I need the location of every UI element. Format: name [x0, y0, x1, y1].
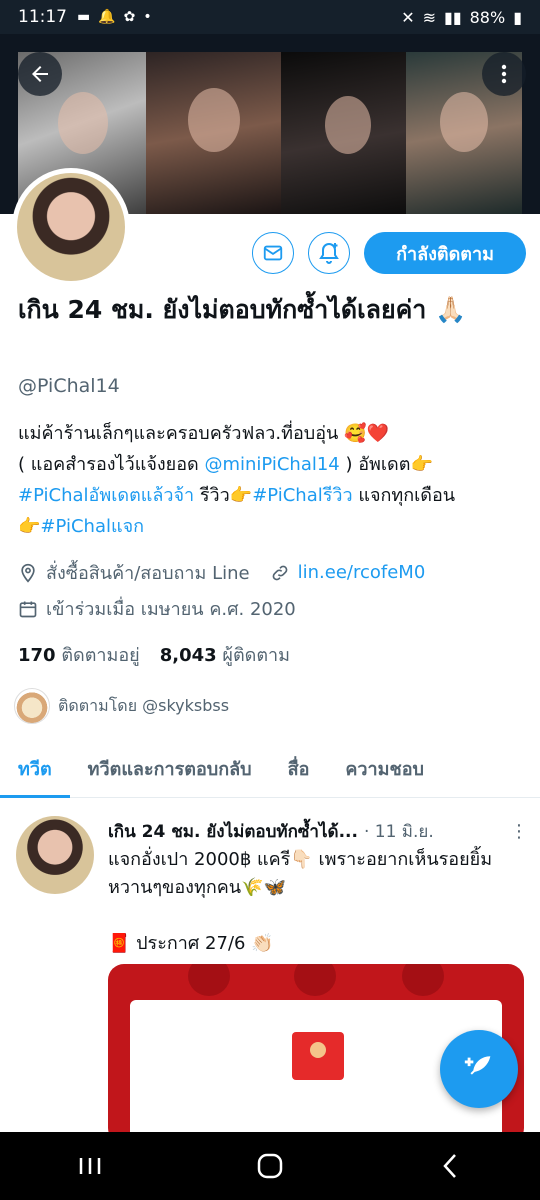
profile-joined-row: เข้าร่วมเมื่อ เมษายน ค.ศ. 2020 [18, 594, 296, 623]
follower-avatar [14, 688, 50, 724]
vertical-dots-icon [501, 64, 507, 84]
wifi-icon: ≋ [422, 7, 437, 27]
dot-icon: • [143, 9, 152, 25]
bio-line-4: 👉#PiChalแจก [18, 511, 528, 542]
tweet-more-icon[interactable]: ⋮ [510, 821, 528, 842]
following-label: ติดตามอยู่ [61, 645, 140, 666]
profile-name: เกิน 24 ชม. ยังไม่ตอบทักซ้ำได้เลยค่า 🙏🏻 [18, 295, 467, 324]
profile-meta-row: สั่งซื้อสินค้า/สอบถาม Line lin.ee/rcofeM… [18, 558, 425, 587]
following-button[interactable]: กำลังติดตาม [364, 232, 526, 274]
back-nav-button[interactable] [420, 1146, 480, 1186]
notify-button[interactable] [308, 232, 350, 274]
hashtag-link-review[interactable]: #PiChalรีวิว [252, 485, 352, 506]
red-envelope-icon [292, 1032, 344, 1080]
lantern-decoration [402, 964, 444, 996]
bio-text: รีวิว👉 [194, 485, 253, 506]
mute-icon: ✕ [401, 7, 415, 27]
link-icon [272, 565, 288, 580]
tweet-announcement: 🧧 ประกาศ 27/6 👏🏻 [108, 933, 274, 954]
profile-joined: เข้าร่วมเมื่อ เมษายน ค.ศ. 2020 [46, 599, 296, 620]
profile-bio: แม่ค้าร้านเล็กๆและครอบครัวฟลว.ที่อบอุ่น … [18, 418, 528, 542]
banner-photo-3 [281, 52, 406, 214]
bio-text: 👉 [18, 516, 41, 537]
recents-button[interactable] [60, 1146, 120, 1186]
bio-line-3: #PiChalอัพเดตแล้วจ้า รีวิว👉#PiChalรีวิว … [18, 480, 528, 511]
battery-icon: ▮ [513, 7, 522, 27]
recents-icon [79, 1158, 101, 1174]
back-arrow-icon [32, 66, 48, 82]
followers-count-link[interactable]: 8,043 ผู้ติดตาม [160, 640, 290, 669]
tab-likes[interactable]: ความชอบ [327, 740, 442, 797]
message-button[interactable] [252, 232, 294, 274]
status-right: ✕ ≋ ▮▮ 88% ▮ [401, 8, 522, 27]
tab-tweets[interactable]: ทวีต [0, 740, 70, 798]
bell-icon: 🔔 [98, 9, 116, 25]
notification-icons: ▬ 🔔 ✿ • [77, 9, 152, 25]
bell-plus-icon [319, 242, 339, 264]
home-icon [257, 1153, 283, 1179]
profile-website[interactable]: lin.ee/rcofeM0 [298, 562, 426, 583]
tweet-header: เกิน 24 ชม. ยังไม่ตอบทักซ้ำได้... · 11 ม… [108, 818, 528, 845]
follow-counts: 170 ติดตามอยู่ 8,043 ผู้ติดตาม [18, 640, 290, 669]
followers-count: 8,043 [159, 645, 217, 666]
profile-handle: @PiChal14 [18, 375, 120, 397]
system-nav-bar [0, 1132, 540, 1200]
followers-label: ผู้ติดตาม [222, 645, 290, 666]
status-time: 11:17 [18, 7, 67, 27]
tweet-date: · 11 มิ.ย. [363, 822, 434, 842]
signal-icon: ▮▮ [444, 7, 462, 27]
bio-line-2: ( แอคสำรองไว้แจ้งยอด @miniPiChal14 ) อัพ… [18, 449, 528, 480]
followed-by-text: ติดตามโดย @skyksbss [58, 695, 230, 715]
hashtag-link-update[interactable]: #PiChalอัพเดตแล้วจ้า [18, 485, 194, 506]
lantern-decoration [294, 964, 336, 996]
following-count: 170 [18, 645, 56, 666]
back-chevron-icon [443, 1154, 456, 1178]
bio-line-1: แม่ค้าร้านเล็กๆและครอบครัวฟลว.ที่อบอุ่น … [18, 423, 389, 444]
mail-icon [263, 245, 283, 261]
lantern-decoration [188, 964, 230, 996]
bio-text: ) อัพเดต👉 [339, 454, 433, 475]
bio-text: แจกทุกเดือน [352, 485, 456, 506]
tab-media[interactable]: สื่อ [270, 740, 328, 797]
status-bar: 11:17 ▬ 🔔 ✿ • ✕ ≋ ▮▮ 88% ▮ [0, 0, 540, 34]
back-button[interactable] [18, 52, 62, 96]
message-icon: ▬ [77, 9, 91, 25]
calendar-icon [19, 601, 37, 617]
mention-link[interactable]: @miniPiChal14 [204, 454, 339, 475]
profile-tabs: ทวีต ทวีตและการตอบกลับ สื่อ ความชอบ [0, 740, 540, 798]
compose-tweet-button[interactable] [440, 1030, 518, 1108]
compose-feather-icon [464, 1056, 491, 1075]
home-button[interactable] [240, 1146, 300, 1186]
hashtag-link-giveaway[interactable]: #PiChalแจก [40, 516, 144, 537]
followed-by-row[interactable]: ติดตามโดย @skyksbss [14, 688, 229, 724]
profile-avatar[interactable] [12, 168, 130, 286]
tweet-text: แจกอั่งเปา 2000฿ แครี👇🏻 เพราะอยากเห็นรอย… [108, 849, 493, 898]
tab-tweets-replies[interactable]: ทวีตและการตอบกลับ [70, 740, 270, 797]
bio-text: ( แอคสำรองไว้แจ้งยอด [18, 454, 205, 475]
tweet-avatar[interactable] [16, 816, 94, 894]
location-icon [21, 563, 35, 583]
app-icon: ✿ [123, 9, 136, 25]
banner-photo-2 [146, 52, 281, 214]
tweet-author[interactable]: เกิน 24 ชม. ยังไม่ตอบทักซ้ำได้... [108, 818, 358, 845]
profile-location: สั่งซื้อสินค้า/สอบถาม Line [46, 563, 250, 584]
more-options-button[interactable] [482, 52, 526, 96]
battery-level: 88% [469, 7, 506, 27]
following-count-link[interactable]: 170 ติดตามอยู่ [18, 640, 140, 669]
